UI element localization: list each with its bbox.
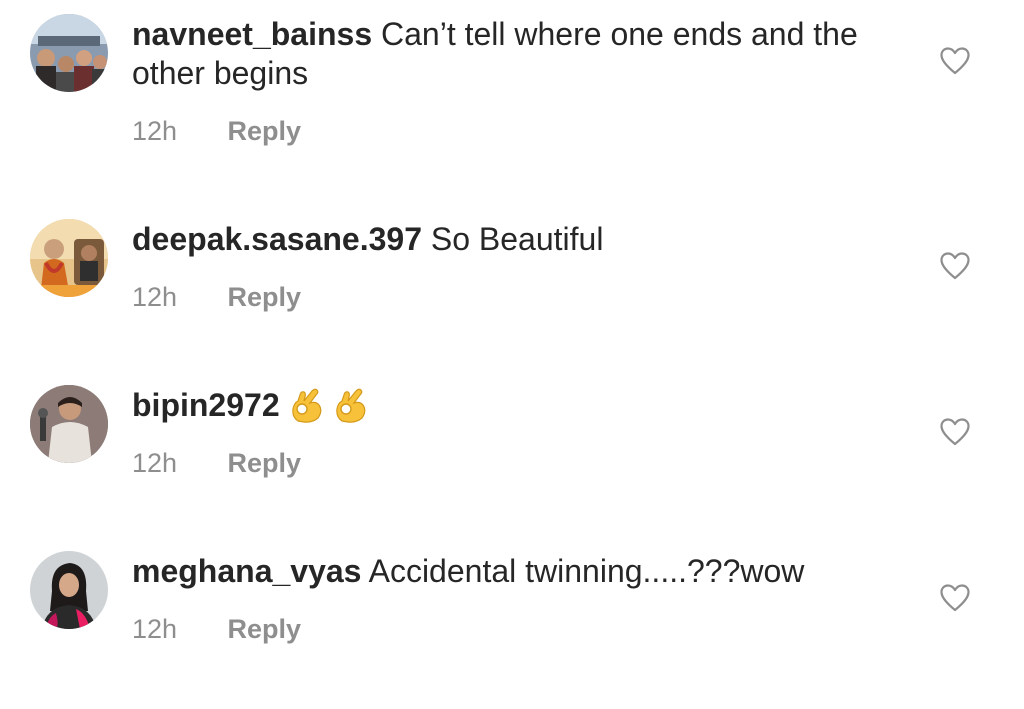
heart-icon[interactable] <box>940 47 970 75</box>
avatar[interactable] <box>30 219 108 297</box>
comment-text: So Beautiful <box>430 221 604 257</box>
comment-timestamp: 12h <box>132 116 178 146</box>
avatar[interactable] <box>30 385 108 463</box>
comment-meta: 12h Reply <box>132 613 301 645</box>
ok-hand-emoji-icon <box>334 387 368 423</box>
comment-username[interactable]: bipin2972 <box>132 387 280 423</box>
reply-button[interactable]: Reply <box>228 282 302 312</box>
comment-username[interactable]: meghana_vyas <box>132 553 361 589</box>
comment-body: bipin2972 <box>132 386 892 425</box>
heart-icon[interactable] <box>940 252 970 280</box>
comment-meta: 12h Reply <box>132 281 301 313</box>
comment-body: deepak.sasane.397 So Beautiful <box>132 220 892 259</box>
reply-button[interactable]: Reply <box>228 448 302 478</box>
heart-icon[interactable] <box>940 584 970 612</box>
comment-text: Accidental twinning.....???wow <box>368 553 805 589</box>
comment-body: navneet_bainss Can’t tell where one ends… <box>132 15 892 93</box>
comment-meta: 12h Reply <box>132 115 301 147</box>
comment-timestamp: 12h <box>132 282 178 312</box>
comment-timestamp: 12h <box>132 614 178 644</box>
comment-body: meghana_vyas Accidental twinning.....???… <box>132 552 892 591</box>
comment-timestamp: 12h <box>132 448 178 478</box>
heart-icon[interactable] <box>940 418 970 446</box>
avatar[interactable] <box>30 551 108 629</box>
reply-button[interactable]: Reply <box>228 116 302 146</box>
ok-hand-emoji-icon <box>290 387 324 423</box>
avatar[interactable] <box>30 14 108 92</box>
comment-username[interactable]: navneet_bainss <box>132 16 372 52</box>
comment-username[interactable]: deepak.sasane.397 <box>132 221 422 257</box>
reply-button[interactable]: Reply <box>228 614 302 644</box>
comment-meta: 12h Reply <box>132 447 301 479</box>
